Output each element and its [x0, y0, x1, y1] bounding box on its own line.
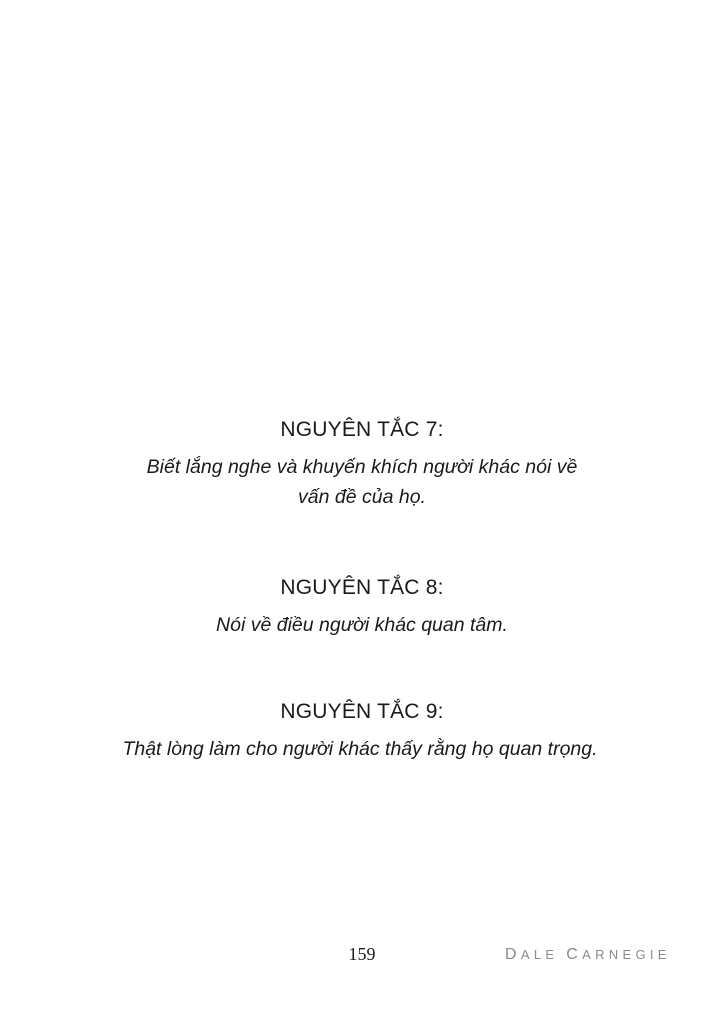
principle-8: NGUYÊN TẮC 8: Nói về điều người khác qua… [0, 576, 724, 640]
principle-text: Nói về điều người khác quan tâm. [216, 614, 508, 636]
principle-9: NGUYÊN TẮC 9: Thật lòng làm cho người kh… [0, 700, 724, 764]
principle-heading: NGUYÊN TẮC 9: [280, 700, 444, 723]
principle-heading: NGUYÊN TẮC 7: [280, 418, 444, 441]
principle-7: NGUYÊN TẮC 7: Biết lắng nghe và khuyến k… [0, 418, 724, 512]
principle-heading: NGUYÊN TẮC 8: [280, 576, 444, 599]
page-number: 159 [348, 944, 376, 964]
running-footer-author: Dale Carnegie [505, 946, 671, 963]
principle-text: Thật lòng làm cho người khác thấy rằng h… [122, 738, 598, 760]
principle-text: Biết lắng nghe và khuyến khích người khá… [146, 456, 578, 508]
